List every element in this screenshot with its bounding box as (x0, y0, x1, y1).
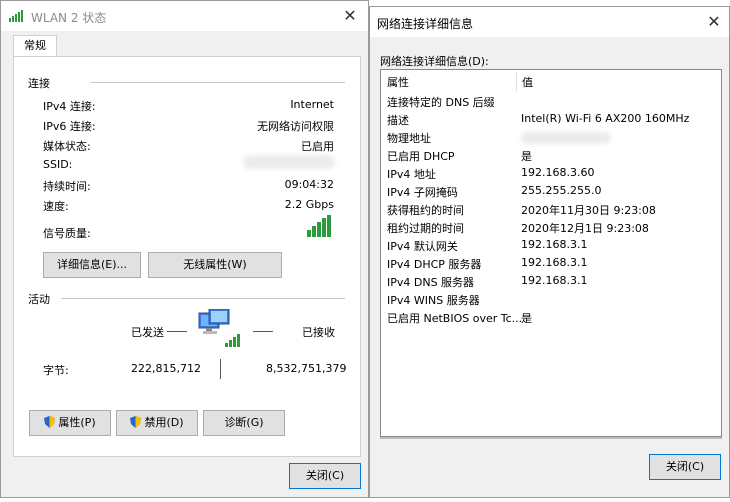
media-state-label: 媒体状态: (43, 140, 91, 153)
sent-label: 已发送 (131, 326, 164, 339)
window-title: 网络连接详细信息 (377, 17, 474, 31)
ssid-label: SSID: (43, 158, 73, 171)
list-bottom-edge (380, 437, 722, 439)
connection-heading: 连接 (28, 77, 50, 90)
bytes-sent-value: 222,815,712 (131, 362, 201, 375)
close-button[interactable]: 关闭(C) (649, 454, 721, 480)
speed-value: 2.2 Gbps (284, 198, 334, 211)
wifi-signal-icon (9, 10, 23, 22)
detail-row-property[interactable]: IPv4 默认网关 (387, 238, 458, 254)
activity-heading: 活动 (28, 293, 50, 306)
shield-icon (130, 416, 142, 428)
bytes-label: 字节: (43, 364, 69, 377)
received-label: 已接收 (302, 326, 335, 339)
detail-row-property[interactable]: IPv4 子网掩码 (387, 184, 458, 200)
media-state-value: 已启用 (301, 140, 334, 153)
ipv6-connectivity-value: 无网络访问权限 (257, 120, 334, 133)
detail-row-value[interactable]: 192.168.3.1 (521, 274, 587, 287)
close-icon[interactable]: ✕ (335, 4, 365, 28)
sent-line (167, 331, 187, 332)
network-details-window: 网络连接详细信息 ✕ 网络连接详细信息(D): 属性 值 连接特定的 DNS 后… (369, 6, 730, 498)
close-icon[interactable]: ✕ (699, 10, 729, 34)
details-button[interactable]: 详细信息(E)... (43, 252, 141, 278)
properties-button-label: 属性(P) (58, 416, 96, 429)
details-list[interactable]: 属性 值 连接特定的 DNS 后缀 描述 Intel(R) Wi-Fi 6 AX20… (380, 69, 722, 437)
detail-row-value[interactable]: 192.168.3.1 (521, 256, 587, 269)
detail-row-property[interactable]: 获得租约的时间 (387, 202, 464, 218)
signal-quality-bars-icon (307, 215, 331, 237)
detail-row-value[interactable]: 是 (521, 310, 532, 326)
column-header-property[interactable]: 属性 (387, 74, 409, 90)
tab-general[interactable]: 常规 (13, 35, 57, 57)
detail-row-property[interactable]: IPv4 WINS 服务器 (387, 292, 480, 308)
duration-value: 09:04:32 (284, 178, 334, 191)
detail-row-value[interactable]: 是 (521, 148, 532, 164)
duration-label: 持续时间: (43, 180, 91, 193)
ipv6-connectivity-label: IPv6 连接: (43, 120, 96, 133)
properties-button[interactable]: 属性(P) (29, 410, 111, 436)
column-separator[interactable] (516, 72, 517, 92)
disable-button-label: 禁用(D) (144, 416, 184, 429)
disable-button[interactable]: 禁用(D) (116, 410, 198, 436)
detail-row-property[interactable]: 连接特定的 DNS 后缀 (387, 94, 495, 110)
column-header-value[interactable]: 值 (522, 74, 533, 90)
wlan-status-window: WLAN 2 状态 ✕ 常规 连接 IPv4 连接: Internet IPv6… (0, 0, 369, 498)
detail-row-property[interactable]: IPv4 DNS 服务器 (387, 274, 474, 290)
speed-label: 速度: (43, 200, 69, 213)
shield-icon (44, 416, 56, 428)
detail-row-value[interactable]: 2020年12月1日 9:23:08 (521, 220, 649, 236)
divider (91, 82, 345, 83)
detail-row-property[interactable]: 已启用 NetBIOS over Tc... (387, 310, 522, 326)
physical-address-redacted (521, 132, 611, 144)
title-bar[interactable]: 网络连接详细信息 ✕ (370, 7, 729, 37)
details-list-label: 网络连接详细信息(D): (380, 55, 489, 68)
bytes-received-value: 8,532,751,379 (266, 362, 347, 375)
detail-row-value[interactable]: Intel(R) Wi-Fi 6 AX200 160MHz (521, 112, 689, 125)
detail-row-value[interactable]: 192.168.3.1 (521, 238, 587, 251)
detail-row-property[interactable]: 物理地址 (387, 130, 431, 146)
activity-separator (220, 359, 221, 379)
close-button[interactable]: 关闭(C) (289, 463, 361, 489)
ipv4-connectivity-value: Internet (290, 98, 334, 111)
detail-row-property[interactable]: 描述 (387, 112, 409, 128)
detail-row-property[interactable]: IPv4 DHCP 服务器 (387, 256, 481, 272)
detail-row-value[interactable]: 2020年11月30日 9:23:08 (521, 202, 656, 218)
ssid-value-redacted (243, 155, 335, 169)
detail-row-value[interactable]: 255.255.255.0 (521, 184, 601, 197)
detail-row-property[interactable]: IPv4 地址 (387, 166, 436, 182)
window-title: WLAN 2 状态 (31, 11, 107, 25)
title-bar[interactable]: WLAN 2 状态 ✕ (1, 1, 368, 31)
network-computers-icon (198, 309, 240, 347)
diagnose-button[interactable]: 诊断(G) (203, 410, 285, 436)
received-line (253, 331, 273, 332)
divider (61, 298, 345, 299)
wireless-properties-button[interactable]: 无线属性(W) (148, 252, 282, 278)
detail-row-value[interactable]: 192.168.3.60 (521, 166, 594, 179)
detail-row-property[interactable]: 租约过期的时间 (387, 220, 464, 236)
signal-quality-label: 信号质量: (43, 227, 91, 240)
detail-row-property[interactable]: 已启用 DHCP (387, 148, 455, 164)
ipv4-connectivity-label: IPv4 连接: (43, 100, 96, 113)
